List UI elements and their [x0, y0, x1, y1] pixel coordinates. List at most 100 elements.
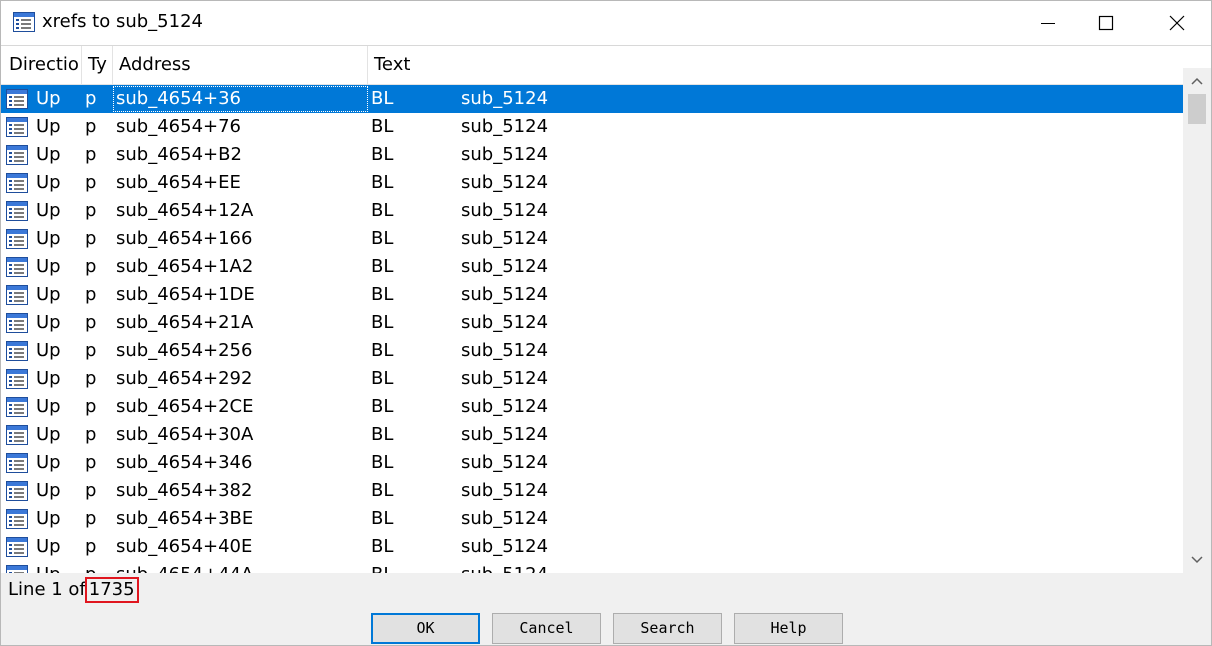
- column-header-address[interactable]: Address: [113, 46, 368, 84]
- table-row[interactable]: Up p sub_4654+36 BL sub_5124: [1, 85, 1183, 113]
- scroll-up-button[interactable]: [1183, 72, 1211, 92]
- maximize-button[interactable]: [1083, 1, 1129, 45]
- scroll-down-button[interactable]: [1183, 551, 1211, 571]
- list-header: Directio Ty Address Text: [1, 46, 1211, 85]
- xref-icon: [6, 197, 30, 225]
- maximize-icon: [1098, 15, 1114, 31]
- table-row[interactable]: Up p sub_4654+76 BL sub_5124: [1, 113, 1183, 141]
- cell-type: p: [85, 200, 97, 221]
- help-button[interactable]: Help: [734, 613, 843, 644]
- cell-type: p: [85, 452, 97, 473]
- table-row[interactable]: Up p sub_4654+292 BL sub_5124: [1, 365, 1183, 393]
- cell-address: sub_4654+76: [116, 116, 242, 137]
- xref-icon: [6, 477, 30, 505]
- table-row[interactable]: Up p sub_4654+1DE BL sub_5124: [1, 281, 1183, 309]
- list-rows: Up p sub_4654+36 BL sub_5124 Up p sub_4654+76 BL…: [1, 85, 1183, 573]
- xref-icon: [6, 393, 30, 421]
- ok-button[interactable]: OK: [371, 613, 480, 644]
- xref-icon: [6, 89, 28, 109]
- cell-address: sub_4654+346: [116, 452, 253, 473]
- table-row[interactable]: Up p sub_4654+40E BL sub_5124: [1, 533, 1183, 561]
- cell-text-op: BL: [371, 340, 394, 361]
- xref-icon: [6, 141, 30, 169]
- xref-icon: [6, 425, 28, 445]
- cell-direction: Up: [36, 172, 61, 193]
- table-row[interactable]: Up p sub_4654+346 BL sub_5124: [1, 449, 1183, 477]
- cell-direction: Up: [36, 561, 61, 573]
- cell-address: sub_4654+B2: [116, 144, 242, 165]
- column-header-direction[interactable]: Directio: [1, 46, 82, 84]
- cell-text-target: sub_5124: [461, 452, 549, 473]
- cell-text-op: BL: [371, 256, 394, 277]
- cell-type: p: [85, 284, 97, 305]
- table-row[interactable]: Up p sub_4654+30A BL sub_5124: [1, 421, 1183, 449]
- xrefs-list-icon: [13, 12, 35, 32]
- table-row[interactable]: Up p sub_4654+256 BL sub_5124: [1, 337, 1183, 365]
- close-icon: [1169, 15, 1185, 31]
- cell-text-op: BL: [371, 452, 394, 473]
- xref-icon: [6, 365, 30, 393]
- xref-icon: [6, 537, 28, 557]
- table-row[interactable]: Up p sub_4654+3BE BL sub_5124: [1, 505, 1183, 533]
- xref-icon: [6, 253, 30, 281]
- line-total-count: 1735: [84, 577, 139, 603]
- xref-icon: [6, 257, 28, 277]
- search-button[interactable]: Search: [613, 613, 722, 644]
- cell-type: p: [85, 424, 97, 445]
- table-row[interactable]: Up p sub_4654+1A2 BL sub_5124: [1, 253, 1183, 281]
- table-row[interactable]: Up p sub_4654+EE BL sub_5124: [1, 169, 1183, 197]
- cell-text-op: BL: [371, 561, 393, 573]
- cell-direction: Up: [36, 200, 61, 221]
- chevron-down-icon: [1191, 556, 1203, 564]
- cell-text-target: sub_5124: [461, 480, 549, 501]
- cell-type: p: [85, 256, 97, 277]
- table-row[interactable]: Up p sub_4654+12A BL sub_5124: [1, 197, 1183, 225]
- cell-direction: Up: [36, 256, 61, 277]
- cell-address: sub_4654+44A: [116, 561, 253, 573]
- cell-address: sub_4654+30A: [116, 424, 254, 445]
- minimize-button[interactable]: [1025, 1, 1071, 45]
- table-row[interactable]: Up p sub_4654+44A BL sub_5124: [1, 561, 1183, 573]
- xref-icon: [6, 117, 28, 137]
- cell-text-target: sub_5124: [461, 228, 549, 249]
- column-header-type[interactable]: Ty: [82, 46, 113, 84]
- cell-address: sub_4654+12A: [116, 200, 254, 221]
- xref-icon: [6, 229, 28, 249]
- cell-type: p: [85, 228, 97, 249]
- table-row[interactable]: Up p sub_4654+382 BL sub_5124: [1, 477, 1183, 505]
- cell-direction: Up: [36, 396, 61, 417]
- cell-text-op: BL: [371, 172, 394, 193]
- cancel-button[interactable]: Cancel: [492, 613, 601, 644]
- column-header-text[interactable]: Text: [368, 46, 1183, 84]
- table-row[interactable]: Up p sub_4654+21A BL sub_5124: [1, 309, 1183, 337]
- cell-text-op: BL: [371, 508, 394, 529]
- chevron-up-icon: [1191, 77, 1203, 85]
- xref-icon: [6, 341, 28, 361]
- cell-text-op: BL: [371, 368, 394, 389]
- xref-icon: [6, 309, 30, 337]
- cell-type: p: [85, 144, 97, 165]
- cell-address: sub_4654+3BE: [116, 508, 254, 529]
- xref-icon: [6, 225, 30, 253]
- scroll-thumb[interactable]: [1188, 94, 1206, 124]
- cell-text-op: BL: [371, 228, 394, 249]
- cell-text-target: sub_5124: [461, 256, 549, 277]
- close-button[interactable]: [1154, 1, 1200, 45]
- xref-icon: [6, 85, 30, 113]
- xref-icon: [6, 505, 30, 533]
- cell-text-op: BL: [371, 200, 394, 221]
- title-bar[interactable]: xrefs to sub_5124: [1, 1, 1211, 45]
- cell-text-op: BL: [371, 88, 394, 109]
- vertical-scrollbar[interactable]: [1183, 68, 1211, 573]
- cell-text-op: BL: [371, 424, 394, 445]
- table-row[interactable]: Up p sub_4654+B2 BL sub_5124: [1, 141, 1183, 169]
- table-row[interactable]: Up p sub_4654+2CE BL sub_5124: [1, 393, 1183, 421]
- cell-text-op: BL: [371, 144, 394, 165]
- line-status: Line 1 of 1735: [8, 577, 139, 603]
- cell-direction: Up: [36, 424, 61, 445]
- table-row[interactable]: Up p sub_4654+166 BL sub_5124: [1, 225, 1183, 253]
- xrefs-list[interactable]: Directio Ty Address Text Up p sub_4654+36 B…: [1, 45, 1211, 573]
- xref-icon: [6, 481, 28, 501]
- cell-address: sub_4654+21A: [116, 312, 254, 333]
- xrefs-dialog: xrefs to sub_5124 Directio Ty Address Te…: [0, 0, 1212, 646]
